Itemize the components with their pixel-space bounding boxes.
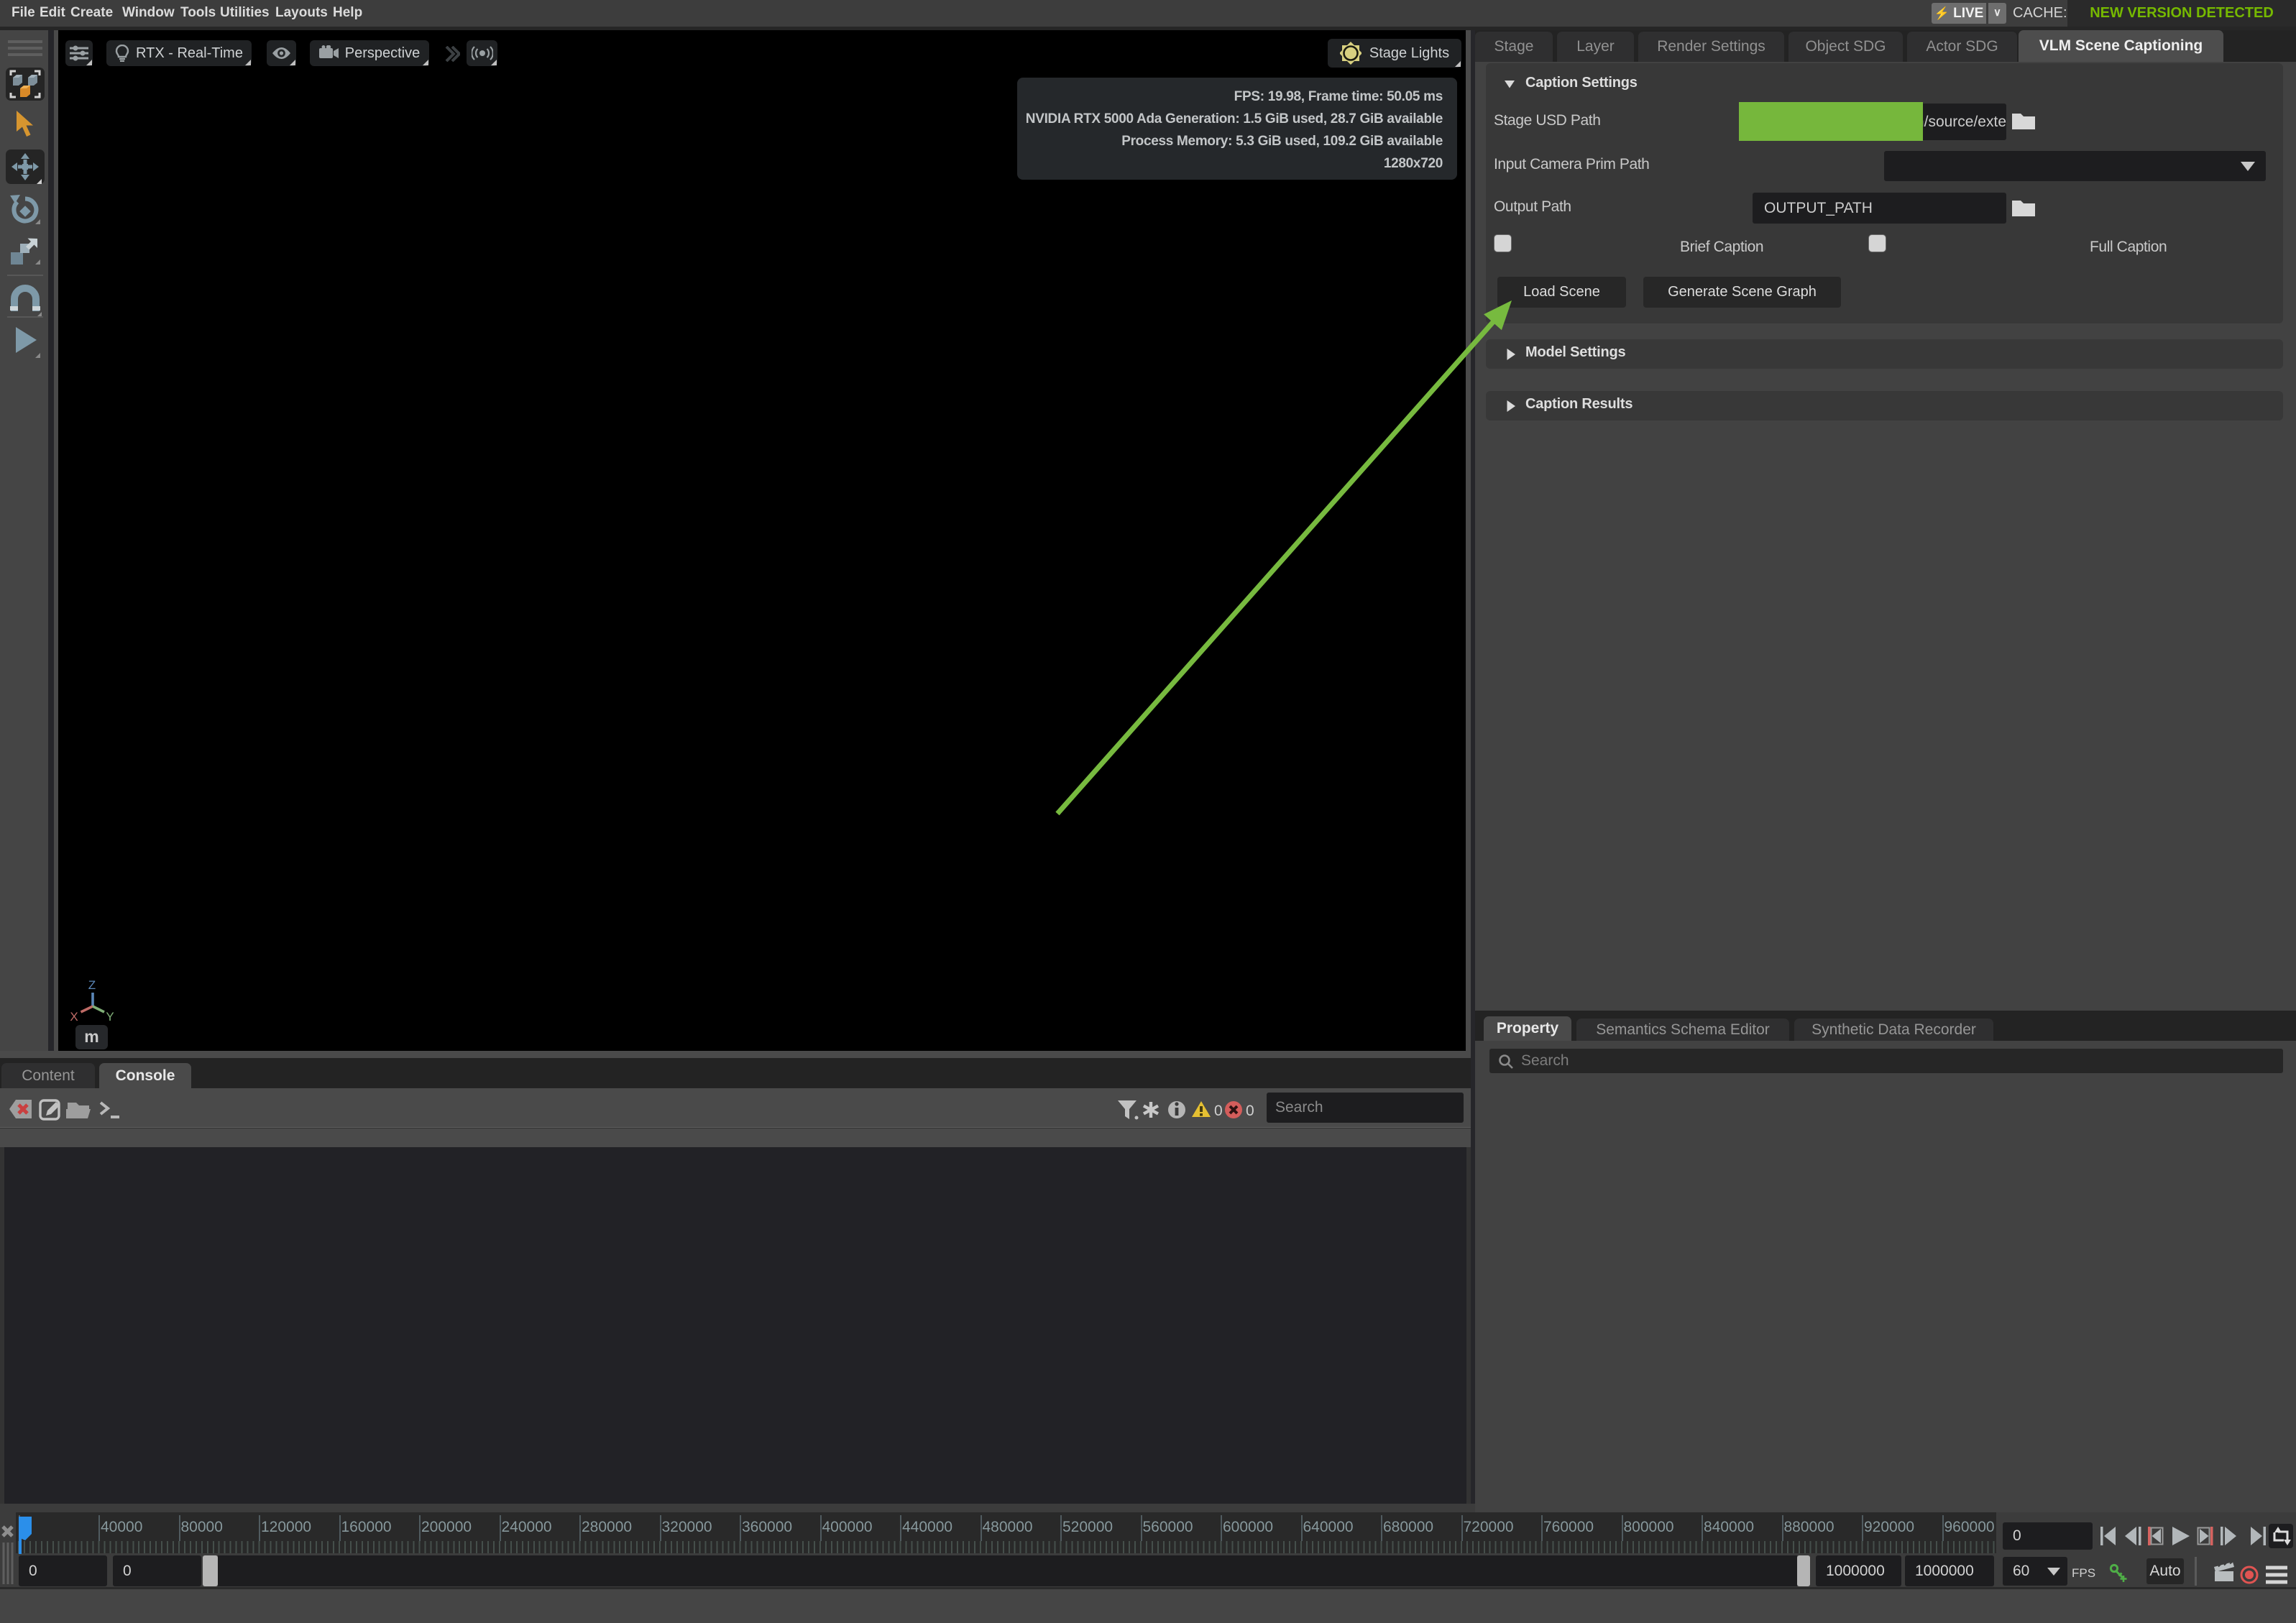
- svg-text:0: 0: [1246, 1103, 1254, 1119]
- svg-text:X: X: [70, 1010, 78, 1024]
- svg-text:Z: Z: [88, 978, 96, 992]
- svg-text:0: 0: [1214, 1103, 1223, 1119]
- svg-text:Y: Y: [106, 1010, 114, 1024]
